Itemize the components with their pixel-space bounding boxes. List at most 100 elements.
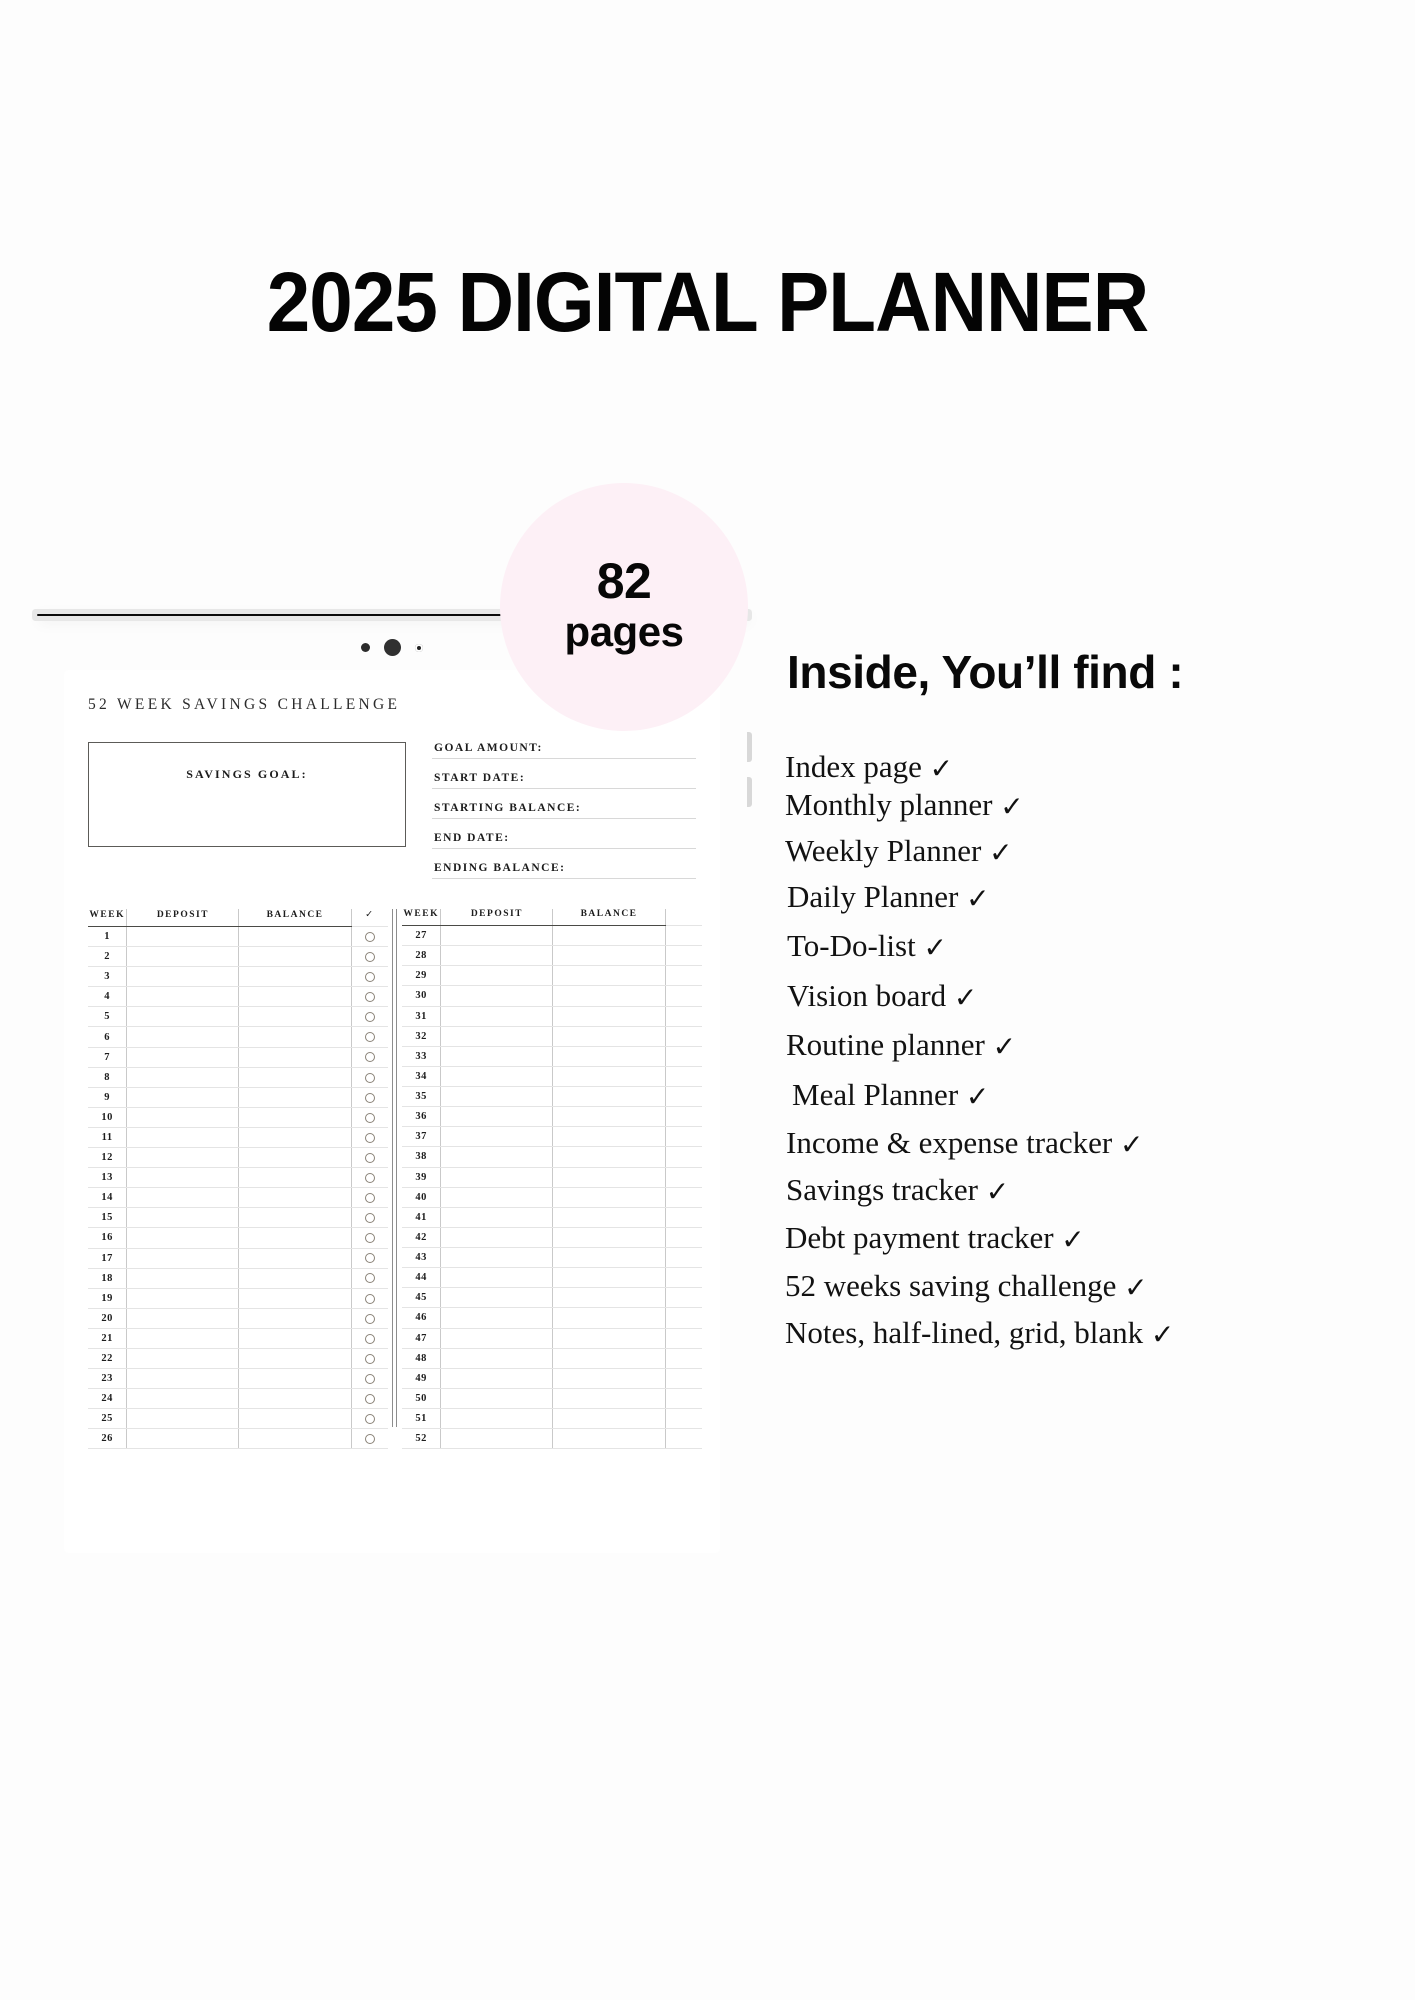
field-goal-amount[interactable]: GOAL AMOUNT: (432, 742, 696, 759)
cell-check[interactable] (351, 1248, 388, 1269)
cell-deposit[interactable] (126, 946, 240, 968)
cell-balance[interactable] (238, 1006, 352, 1028)
checkbox-circle-icon[interactable] (364, 1373, 375, 1384)
cell-deposit[interactable] (126, 1227, 240, 1249)
cell-deposit[interactable] (440, 1207, 554, 1228)
cell-check[interactable] (351, 1308, 388, 1329)
cell-balance[interactable] (238, 1026, 352, 1048)
cell-check[interactable] (351, 986, 388, 1008)
cell-balance[interactable] (552, 1247, 666, 1269)
checkbox-circle-icon[interactable] (364, 1394, 375, 1405)
checkbox-circle-icon[interactable] (364, 1353, 375, 1364)
checkbox-circle-icon[interactable] (364, 1032, 375, 1043)
cell-balance[interactable] (552, 1167, 666, 1188)
cell-check[interactable] (351, 1127, 388, 1149)
cell-check[interactable] (351, 926, 388, 948)
cell-check[interactable] (351, 1006, 388, 1028)
cell-balance[interactable] (552, 1106, 666, 1128)
cell-check[interactable] (351, 1408, 388, 1430)
cell-balance[interactable] (552, 985, 666, 1007)
cell-deposit[interactable] (440, 1348, 554, 1369)
cell-balance[interactable] (238, 1388, 352, 1410)
cell-balance[interactable] (552, 1066, 666, 1088)
cell-balance[interactable] (552, 925, 666, 947)
cell-deposit[interactable] (126, 1107, 240, 1128)
checkbox-circle-icon[interactable] (364, 1273, 375, 1284)
cell-deposit[interactable] (440, 1247, 554, 1269)
cell-deposit[interactable] (440, 1006, 554, 1027)
cell-deposit[interactable] (126, 1147, 240, 1169)
checkbox-circle-icon[interactable] (364, 992, 375, 1003)
cell-balance[interactable] (552, 945, 666, 967)
cell-deposit[interactable] (126, 1026, 240, 1048)
cell-balance[interactable] (238, 986, 352, 1008)
cell-check[interactable] (351, 1047, 388, 1068)
cell-check[interactable] (351, 1388, 388, 1410)
cell-deposit[interactable] (440, 985, 554, 1007)
volume-down-button[interactable] (747, 777, 752, 807)
cell-deposit[interactable] (126, 1187, 240, 1209)
cell-balance[interactable] (552, 965, 666, 987)
savings-goal-box[interactable]: SAVINGS GOAL: (88, 742, 406, 847)
cell-deposit[interactable] (126, 1348, 240, 1370)
cell-balance[interactable] (552, 1187, 666, 1208)
cell-deposit[interactable] (440, 1106, 554, 1128)
cell-deposit[interactable] (440, 1086, 554, 1108)
cell-balance[interactable] (238, 1047, 352, 1068)
cell-balance[interactable] (552, 1348, 666, 1369)
cell-deposit[interactable] (126, 1047, 240, 1068)
checkbox-circle-icon[interactable] (364, 1293, 375, 1304)
cell-deposit[interactable] (440, 1026, 554, 1047)
cell-balance[interactable] (552, 1126, 666, 1148)
cell-deposit[interactable] (440, 1066, 554, 1088)
checkbox-circle-icon[interactable] (364, 1414, 375, 1425)
field-end-date[interactable]: END DATE: (432, 832, 696, 849)
cell-check[interactable] (351, 966, 388, 988)
cell-deposit[interactable] (126, 1328, 240, 1349)
cell-balance[interactable] (552, 1046, 666, 1067)
cell-balance[interactable] (552, 1207, 666, 1228)
checkbox-circle-icon[interactable] (364, 1152, 375, 1163)
cell-balance[interactable] (238, 1308, 352, 1329)
cell-balance[interactable] (552, 1287, 666, 1309)
checkbox-circle-icon[interactable] (364, 1253, 375, 1264)
cell-check[interactable] (351, 1207, 388, 1229)
cell-deposit[interactable] (440, 1328, 554, 1349)
cell-deposit[interactable] (440, 1287, 554, 1309)
cell-deposit[interactable] (126, 1408, 240, 1430)
checkbox-circle-icon[interactable] (364, 1233, 375, 1244)
field-ending-balance[interactable]: ENDING BALANCE: (432, 862, 696, 879)
cell-balance[interactable] (238, 966, 352, 988)
cell-deposit[interactable] (440, 1368, 554, 1389)
cell-deposit[interactable] (126, 926, 240, 948)
checkbox-circle-icon[interactable] (364, 1092, 375, 1103)
cell-balance[interactable] (238, 1107, 352, 1128)
cell-balance[interactable] (238, 1348, 352, 1370)
cell-deposit[interactable] (440, 1146, 554, 1168)
cell-balance[interactable] (238, 1268, 352, 1289)
cell-balance[interactable] (552, 1267, 666, 1289)
checkbox-circle-icon[interactable] (364, 1072, 375, 1083)
cell-balance[interactable] (552, 1227, 666, 1249)
cell-check[interactable] (351, 1328, 388, 1349)
cell-balance[interactable] (238, 926, 352, 948)
checkbox-circle-icon[interactable] (364, 1173, 375, 1183)
cell-check[interactable] (351, 1107, 388, 1128)
checkbox-circle-icon[interactable] (364, 1112, 375, 1123)
checkbox-circle-icon[interactable] (364, 1193, 375, 1204)
cell-deposit[interactable] (126, 1087, 240, 1108)
cell-balance[interactable] (552, 1146, 666, 1168)
cell-deposit[interactable] (126, 1127, 240, 1149)
cell-deposit[interactable] (126, 986, 240, 1008)
cell-deposit[interactable] (440, 1388, 554, 1410)
cell-balance[interactable] (552, 1328, 666, 1349)
cell-balance[interactable] (552, 1026, 666, 1047)
cell-deposit[interactable] (440, 1307, 554, 1329)
cell-deposit[interactable] (126, 966, 240, 988)
tablet-screen[interactable]: 52 WEEK SAVINGS CHALLENGE SAVINGS GOAL: … (64, 670, 720, 1553)
cell-deposit[interactable] (440, 925, 554, 947)
cell-check[interactable] (351, 1187, 388, 1209)
cell-balance[interactable] (238, 1368, 352, 1390)
cell-deposit[interactable] (126, 1167, 240, 1189)
cell-balance[interactable] (238, 1207, 352, 1229)
